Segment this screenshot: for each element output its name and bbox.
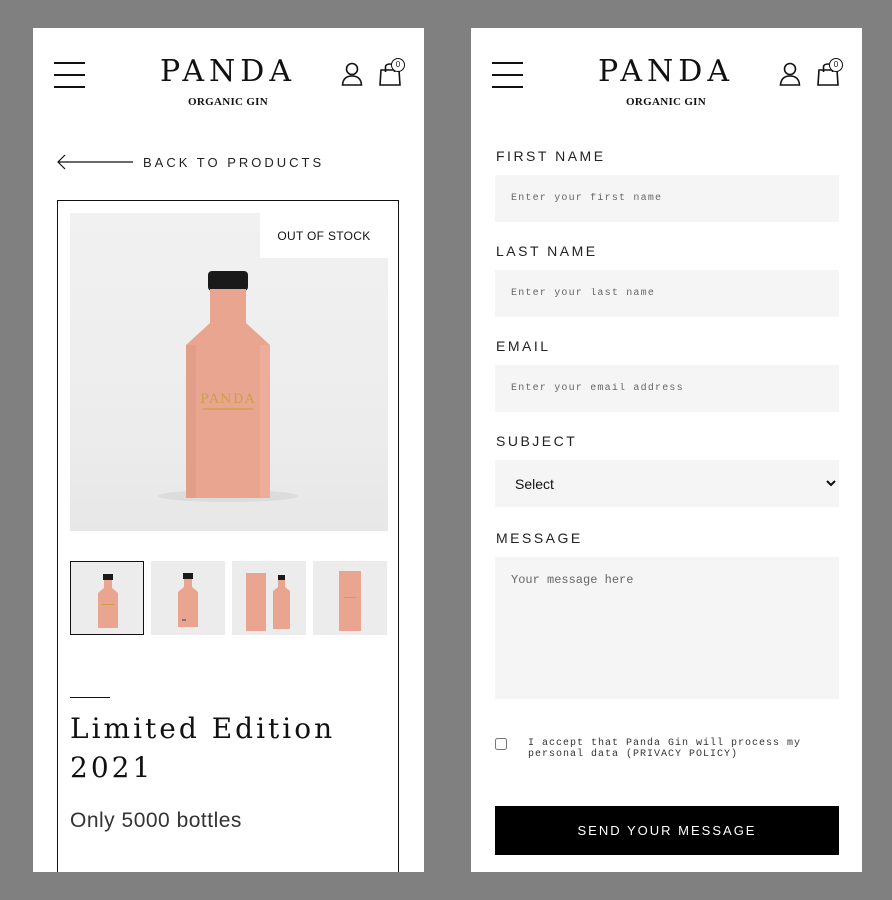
product-thumbnails — [70, 561, 390, 637]
logo-tagline: ORGANIC GIN — [626, 96, 706, 108]
product-screen: PANDA ORGANIC GIN 0 BACK TO PRODUCTS PAN… — [33, 28, 424, 872]
cart-count-badge: 0 — [829, 58, 843, 72]
header: PANDA ORGANIC GIN 0 — [471, 28, 862, 128]
thumbnail-bottle-with-box[interactable] — [232, 561, 306, 635]
menu-icon[interactable] — [492, 62, 523, 88]
first-name-field[interactable] — [495, 175, 839, 222]
privacy-consent-label[interactable]: I accept that Panda Gin will process my … — [528, 738, 828, 760]
cart-icon[interactable]: 0 — [816, 58, 846, 88]
arrow-left-icon — [57, 154, 133, 170]
logo[interactable]: PANDA ORGANIC GIN — [133, 54, 323, 108]
product-main-image: PANDA — [70, 213, 388, 531]
cart-count-badge: 0 — [391, 58, 405, 72]
contact-screen: PANDA ORGANIC GIN 0 FIRST NAME LAST NAME… — [471, 28, 862, 872]
logo-name: PANDA — [597, 54, 735, 89]
last-name-label: LAST NAME — [496, 243, 598, 259]
product-subtitle: Only 5000 bottles — [70, 809, 242, 832]
header: PANDA ORGANIC GIN 0 — [33, 28, 424, 128]
logo-tagline: ORGANIC GIN — [188, 96, 268, 108]
thumbnail-bottle-back[interactable] — [151, 561, 225, 635]
logo-name: PANDA — [159, 54, 297, 89]
logo[interactable]: PANDA ORGANIC GIN — [571, 54, 761, 108]
thumbnail-bottle-front[interactable] — [70, 561, 144, 635]
privacy-consent: I accept that Panda Gin will process my … — [495, 738, 839, 768]
back-label: BACK TO PRODUCTS — [143, 155, 325, 170]
email-field[interactable] — [495, 365, 839, 412]
first-name-label: FIRST NAME — [496, 148, 606, 164]
out-of-stock-badge: OUT OF STOCK — [260, 213, 388, 258]
email-label: EMAIL — [496, 338, 551, 354]
privacy-checkbox[interactable] — [495, 738, 507, 750]
message-label: MESSAGE — [496, 530, 583, 546]
product-card: PANDA OUT OF STOCK Limited Edition 2021 … — [57, 200, 399, 872]
thumbnail-gift-box[interactable] — [313, 561, 387, 635]
subject-select[interactable]: Select — [495, 460, 839, 507]
last-name-field[interactable] — [495, 270, 839, 317]
product-title: Limited Edition 2021 — [70, 712, 336, 784]
message-field[interactable] — [495, 557, 839, 699]
bottle-logo: PANDA — [200, 392, 256, 407]
send-message-button[interactable]: SEND YOUR MESSAGE — [495, 806, 839, 855]
cart-icon[interactable]: 0 — [378, 58, 408, 88]
subject-label: SUBJECT — [496, 433, 578, 449]
user-icon[interactable] — [779, 62, 801, 86]
menu-icon[interactable] — [54, 62, 85, 88]
title-rule — [70, 697, 110, 698]
user-icon[interactable] — [341, 62, 363, 86]
